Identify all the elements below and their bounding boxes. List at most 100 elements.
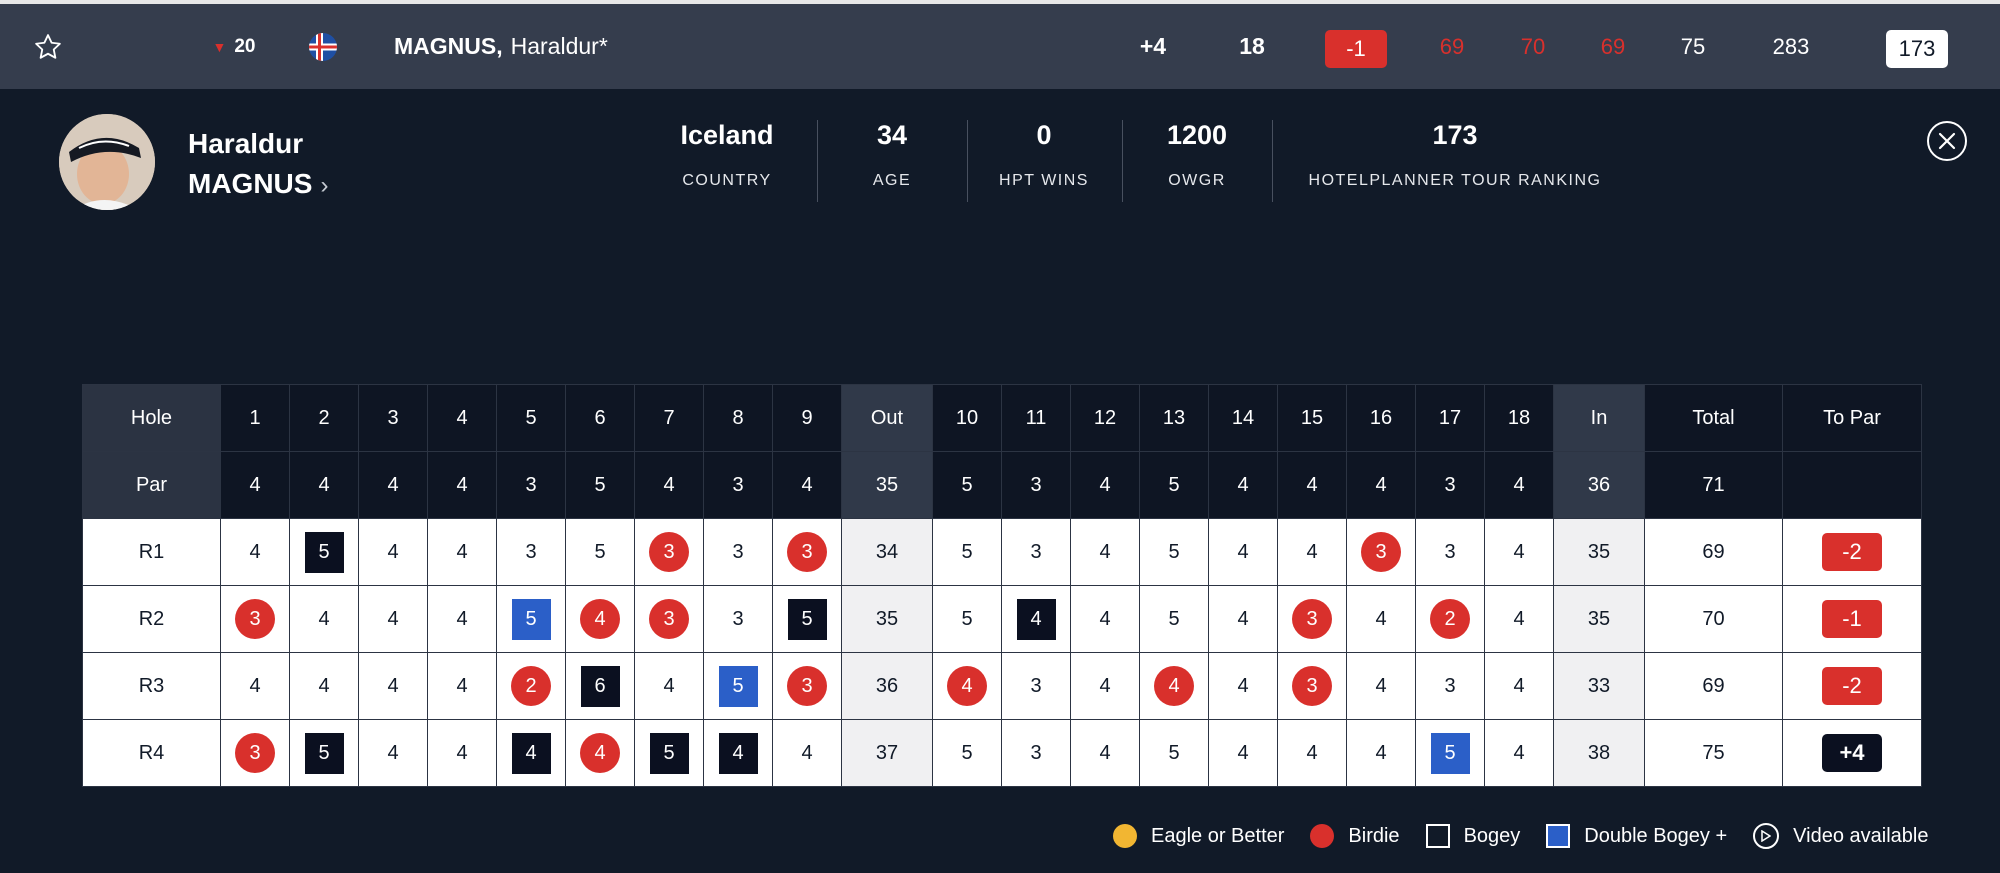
to-par-badge: -2	[1822, 533, 1882, 571]
hole-score: 2	[1415, 585, 1485, 653]
bogey-marker: 4	[511, 732, 551, 774]
favorite-star-icon[interactable]	[28, 4, 68, 89]
round-label: R1	[82, 518, 221, 586]
header-cell: To Par	[1782, 384, 1922, 452]
stat-owgr-value: 1200	[1166, 120, 1228, 150]
player-last-name-heading: MAGNUS	[188, 168, 313, 199]
hole-score: 4	[1001, 585, 1071, 653]
par-score: 4	[387, 674, 399, 697]
player-full-name-link[interactable]: Haraldur MAGNUS ›	[188, 124, 328, 206]
par-score: 4	[1375, 607, 1387, 630]
round-4-score: 75	[1680, 33, 1706, 59]
par-score: 5	[1168, 741, 1180, 764]
round-subtotal: 35	[841, 585, 933, 653]
round-label: R3	[82, 652, 221, 720]
player-name-link[interactable]: MAGNUS, Haraldur*	[394, 4, 794, 89]
round-row: R1 4 5 4 4 3 5 3 3 3 34 5 3 4 5 4 4 3 3 4 35 69 -2	[82, 518, 1922, 586]
header-cell: 15	[1277, 384, 1347, 452]
par-score: 5	[961, 607, 973, 630]
par-score: 4	[456, 674, 468, 697]
par-cell: 36	[1553, 451, 1645, 519]
iceland-flag-icon	[306, 4, 340, 89]
par-score: 5	[594, 540, 606, 563]
par-cell: 3	[703, 451, 773, 519]
stat-hpt-wins: 0 HPT WINS	[984, 120, 1104, 190]
header-cell: 13	[1139, 384, 1209, 452]
hole-score: 4	[1070, 719, 1140, 787]
hole-score: 5	[772, 585, 842, 653]
header-cell: 3	[358, 384, 428, 452]
par-score: 5	[1168, 540, 1180, 563]
hole-header-row: Hole 1 2 3 4 5 6 7 8 9 Out 10 11 12 13 14 15 16 17 18 In Tota…	[82, 384, 1922, 452]
hole-score: 4	[1208, 585, 1278, 653]
hole-score: 4	[1484, 719, 1554, 787]
round-label: R2	[82, 585, 221, 653]
down-arrow-icon: ▼	[212, 38, 227, 55]
round-row: R3 4 4 4 4 2 6 4 5 3 36 4 3 4 4 4 3 4 3 4 33 69 -2	[82, 652, 1922, 720]
birdie-marker: 3	[649, 532, 689, 572]
par-score: 3	[732, 540, 744, 563]
par-score: 4	[387, 607, 399, 630]
birdie-marker: 4	[580, 733, 620, 773]
hole-score: 4	[565, 719, 635, 787]
hole-score: 3	[634, 518, 704, 586]
legend-eagle-label: Eagle or Better	[1151, 824, 1285, 847]
header-cell: In	[1553, 384, 1645, 452]
par-cell: 4	[1208, 451, 1278, 519]
par-score: 4	[1306, 741, 1318, 764]
hole-score: 3	[1001, 652, 1071, 720]
stat-divider	[967, 120, 968, 202]
player-first-name-heading: Haraldur	[188, 128, 304, 159]
round-subtotal: 35	[1553, 518, 1645, 586]
par-score: 4	[1237, 674, 1249, 697]
par-cell: 3	[1001, 451, 1071, 519]
birdie-marker: 4	[1154, 666, 1194, 706]
round-to-par: -1	[1782, 585, 1922, 653]
stat-owgr-label: OWGR	[1168, 172, 1226, 189]
hole-score: 4	[772, 719, 842, 787]
round-subtotal: 38	[1553, 719, 1645, 787]
header-cell: 18	[1484, 384, 1554, 452]
stat-owgr: 1200 OWGR	[1147, 120, 1247, 190]
header-cell: 12	[1070, 384, 1140, 452]
hole-score: 4	[1346, 652, 1416, 720]
round-subtotal: 35	[1553, 585, 1645, 653]
hole-score: 4	[932, 652, 1002, 720]
par-score: 4	[1375, 674, 1387, 697]
birdie-marker: 3	[1292, 599, 1332, 639]
bogey-marker: 4	[718, 732, 758, 774]
to-par-badge: +4	[1822, 734, 1882, 772]
par-score: 4	[1237, 741, 1249, 764]
hole-score: 4	[1070, 652, 1140, 720]
hole-score: 4	[1346, 719, 1416, 787]
par-cell: 4	[220, 451, 290, 519]
hole-score: 4	[427, 518, 497, 586]
hole-score: 5	[1139, 518, 1209, 586]
ranking-badge: 173	[1886, 30, 1948, 68]
stat-hpt-wins-label: HPT WINS	[999, 172, 1089, 189]
hole-score: 4	[427, 719, 497, 787]
header-cell: 8	[703, 384, 773, 452]
round-2-score: 70	[1520, 33, 1546, 59]
birdie-marker: 3	[235, 733, 275, 773]
leaderboard-row[interactable]: ▼ 20 MAGNUS, Haraldur* +4 18 -1 69 70 69…	[0, 0, 2000, 89]
hole-score: 4	[358, 719, 428, 787]
close-button[interactable]	[1927, 121, 1967, 161]
to-par-badge: -1	[1822, 600, 1882, 638]
par-score: 4	[1099, 741, 1111, 764]
par-label: Par	[82, 451, 221, 519]
stat-tour-ranking-value: 173	[1432, 120, 1478, 150]
hole-score: 4	[1484, 518, 1554, 586]
stat-age-label: AGE	[872, 172, 912, 189]
bogey-marker: 5	[787, 598, 827, 640]
birdie-marker: 4	[947, 666, 987, 706]
hole-score: 4	[427, 652, 497, 720]
stat-country-label: COUNTRY	[682, 172, 772, 189]
player-avatar[interactable]	[59, 114, 155, 210]
stat-tour-ranking: 173 HOTELPLANNER TOUR RANKING	[1295, 120, 1615, 190]
stat-age-value: 34	[876, 120, 908, 150]
par-score: 4	[387, 741, 399, 764]
par-score: 4	[1513, 607, 1525, 630]
player-first-name: Haraldur*	[510, 33, 608, 59]
round-total: 69	[1644, 652, 1783, 720]
